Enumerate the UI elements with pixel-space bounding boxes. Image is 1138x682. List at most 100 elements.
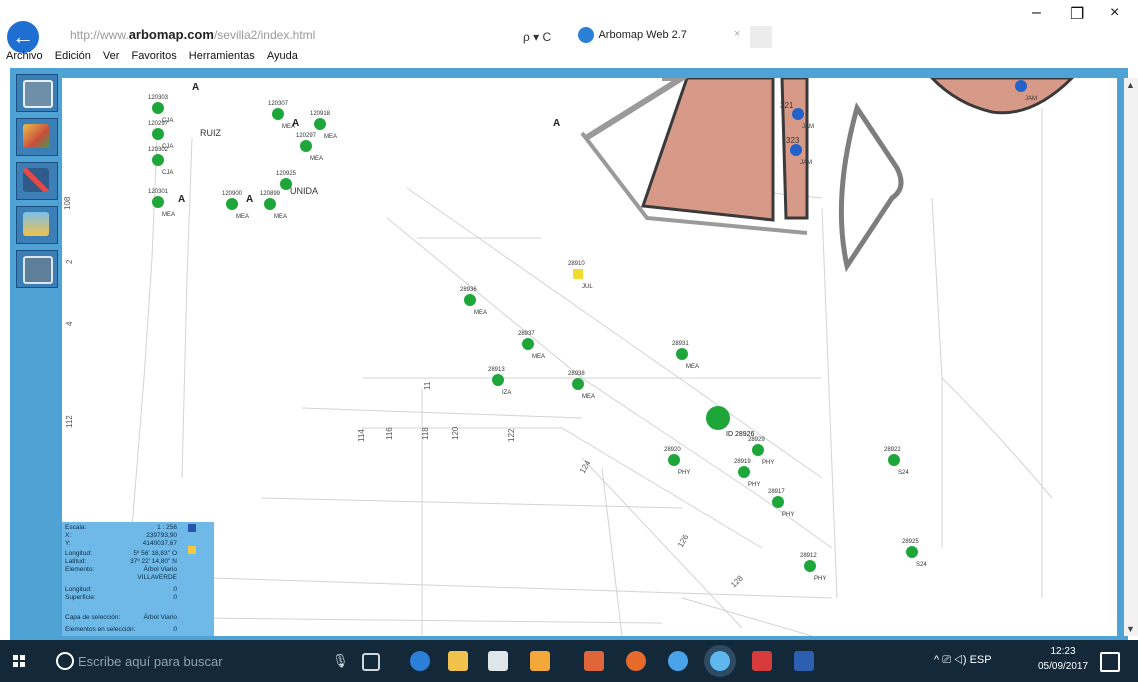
close-button[interactable]: × <box>1110 4 1119 22</box>
tree-marker[interactable]: 28922 S24 <box>884 447 909 476</box>
task-view-icon[interactable] <box>362 653 380 671</box>
tree-marker[interactable]: 120900 MEA <box>222 191 249 220</box>
tree-dot[interactable] <box>804 560 816 572</box>
tree-marker[interactable]: 28920 PHY <box>664 447 690 476</box>
photos-icon[interactable] <box>530 651 550 671</box>
tree-dot[interactable] <box>676 348 688 360</box>
tree-marker[interactable]: 28910 JUL <box>568 261 593 290</box>
tree-dot[interactable] <box>226 198 238 210</box>
tree-dot[interactable] <box>668 454 680 466</box>
info-row-x: X: 239793,90 <box>65 532 177 540</box>
menu-favoritos[interactable]: Favoritos <box>131 50 176 62</box>
map-tools-button[interactable] <box>16 118 58 156</box>
new-tab-button[interactable] <box>750 26 772 48</box>
tree-dot[interactable] <box>492 374 504 386</box>
tree-dot[interactable] <box>464 294 476 306</box>
tree-dot[interactable] <box>792 108 804 120</box>
tree-marker[interactable]: 120302 CJA <box>148 147 173 176</box>
acrobat-icon[interactable] <box>752 651 772 671</box>
menu-archivo[interactable]: Archivo <box>6 50 43 62</box>
tree-dot[interactable] <box>300 140 312 152</box>
back-arrow-icon[interactable]: ← <box>7 21 39 53</box>
taskbar-search-box[interactable]: Escribe aquí para buscar 🎙 <box>54 650 349 672</box>
edit-tools-button[interactable] <box>16 162 58 200</box>
tree-dot[interactable] <box>152 102 164 114</box>
save-icon[interactable] <box>188 524 196 532</box>
address-search-controls[interactable]: ρ ▾ C <box>523 30 551 44</box>
microphone-icon[interactable]: 🎙 <box>332 653 349 669</box>
scroll-down-icon[interactable]: ▼ <box>1126 624 1135 634</box>
browser-tab[interactable]: Arbomap Web 2.7 × <box>578 26 758 48</box>
restore-button[interactable]: ❐ <box>1070 4 1084 24</box>
address-number: 2 <box>65 259 74 264</box>
windows-start-icon[interactable] <box>13 655 25 667</box>
firefox-icon[interactable] <box>626 651 646 671</box>
tree-marker[interactable]: 120303CJA <box>148 95 173 124</box>
tree-dot[interactable] <box>706 406 730 430</box>
tree-marker[interactable]: 28917 PHY <box>768 489 794 518</box>
map-canvas[interactable]: 120303 CJA 120297 CJA 120302 CJA 120301 MEA 1203… <box>62 78 1117 636</box>
minimize-button[interactable]: – <box>1032 4 1041 22</box>
tree-marker[interactable]: 28936 MEA <box>460 287 487 316</box>
tab-close-button[interactable]: × <box>734 28 740 40</box>
tree-marker[interactable]: 28925 S24 <box>902 539 927 568</box>
tree-dot[interactable] <box>152 196 164 208</box>
tree-dot[interactable] <box>314 118 326 130</box>
tree-dot[interactable] <box>906 546 918 558</box>
taskbar-clock[interactable]: 12:23 05/09/2017 <box>1038 644 1088 674</box>
address-bar[interactable]: http://www.arbomap.com/sevilla2/index.ht… <box>70 27 315 42</box>
ie-active-icon[interactable] <box>710 651 730 671</box>
tree-dot[interactable] <box>522 338 534 350</box>
system-tray[interactable]: ^ ⎚ ◁) ESP <box>934 654 992 667</box>
tree-dot[interactable] <box>152 154 164 166</box>
map-svg[interactable]: 120303CJA120297CJA120302CJA 120301MEA 1203… <box>62 78 1117 636</box>
tree-dot[interactable] <box>152 128 164 140</box>
tree-marker[interactable] <box>706 406 730 430</box>
tree-marker[interactable]: 120307MEA <box>268 101 295 130</box>
ie-icon[interactable] <box>668 651 688 671</box>
tree-marker[interactable]: 28938 MEA <box>568 371 595 400</box>
menu-ver[interactable]: Ver <box>103 50 120 62</box>
folder-icon[interactable] <box>188 546 196 554</box>
info-label: Escala: <box>65 524 87 531</box>
scroll-up-icon[interactable]: ▲ <box>1126 80 1135 90</box>
tree-species-label: MEA <box>532 354 545 360</box>
tree-dot[interactable] <box>572 378 584 390</box>
tree-marker[interactable]: 28937 MEA <box>518 331 545 360</box>
menu-herramientas[interactable]: Herramientas <box>189 50 255 62</box>
tree-marker[interactable]: 120899 MEA <box>260 191 287 220</box>
tree-species-label: MEA <box>162 212 175 218</box>
menu-edicion[interactable]: Edición <box>55 50 91 62</box>
tree-dot[interactable] <box>272 108 284 120</box>
tree-species-label: MEA <box>324 134 337 140</box>
users-tool-button[interactable] <box>16 206 58 244</box>
tree-dot[interactable] <box>772 496 784 508</box>
tree-dot[interactable] <box>738 466 750 478</box>
media-icon[interactable] <box>584 651 604 671</box>
tree-marker[interactable]: 28919 PHY <box>734 459 760 488</box>
tree-dot[interactable] <box>573 269 583 279</box>
tree-dot[interactable] <box>752 444 764 456</box>
tree-marker[interactable]: 120297CJA <box>148 121 173 150</box>
tree-dot[interactable] <box>1015 80 1027 92</box>
tree-marker[interactable]: 28913 IZA <box>488 367 511 396</box>
tree-marker[interactable]: 120301 MEA <box>148 189 175 218</box>
layers-tool-button[interactable] <box>16 74 58 112</box>
map-scrollbar[interactable]: ▲ ▼ <box>1124 78 1138 636</box>
word-icon[interactable] <box>794 651 814 671</box>
tree-markers[interactable]: 120303CJA120297CJA120302CJA 120301MEA 1203… <box>148 80 1037 582</box>
explorer-icon[interactable] <box>448 651 468 671</box>
tree-marker[interactable]: 28912 PHY <box>800 553 826 582</box>
edge-icon[interactable] <box>410 651 430 671</box>
menu-ayuda[interactable]: Ayuda <box>267 50 298 62</box>
tree-dot[interactable] <box>790 144 802 156</box>
store-icon[interactable] <box>488 651 508 671</box>
tree-marker[interactable]: 28931 MEA <box>672 341 699 370</box>
notifications-icon[interactable] <box>1100 652 1120 672</box>
tree-dot[interactable] <box>264 198 276 210</box>
tree-species-label: PHY <box>762 460 774 466</box>
tree-marker[interactable]: 120297 MEA <box>296 133 323 162</box>
print-tool-button[interactable] <box>16 250 58 288</box>
tree-id-label: 28936 <box>460 287 477 293</box>
tree-dot[interactable] <box>888 454 900 466</box>
